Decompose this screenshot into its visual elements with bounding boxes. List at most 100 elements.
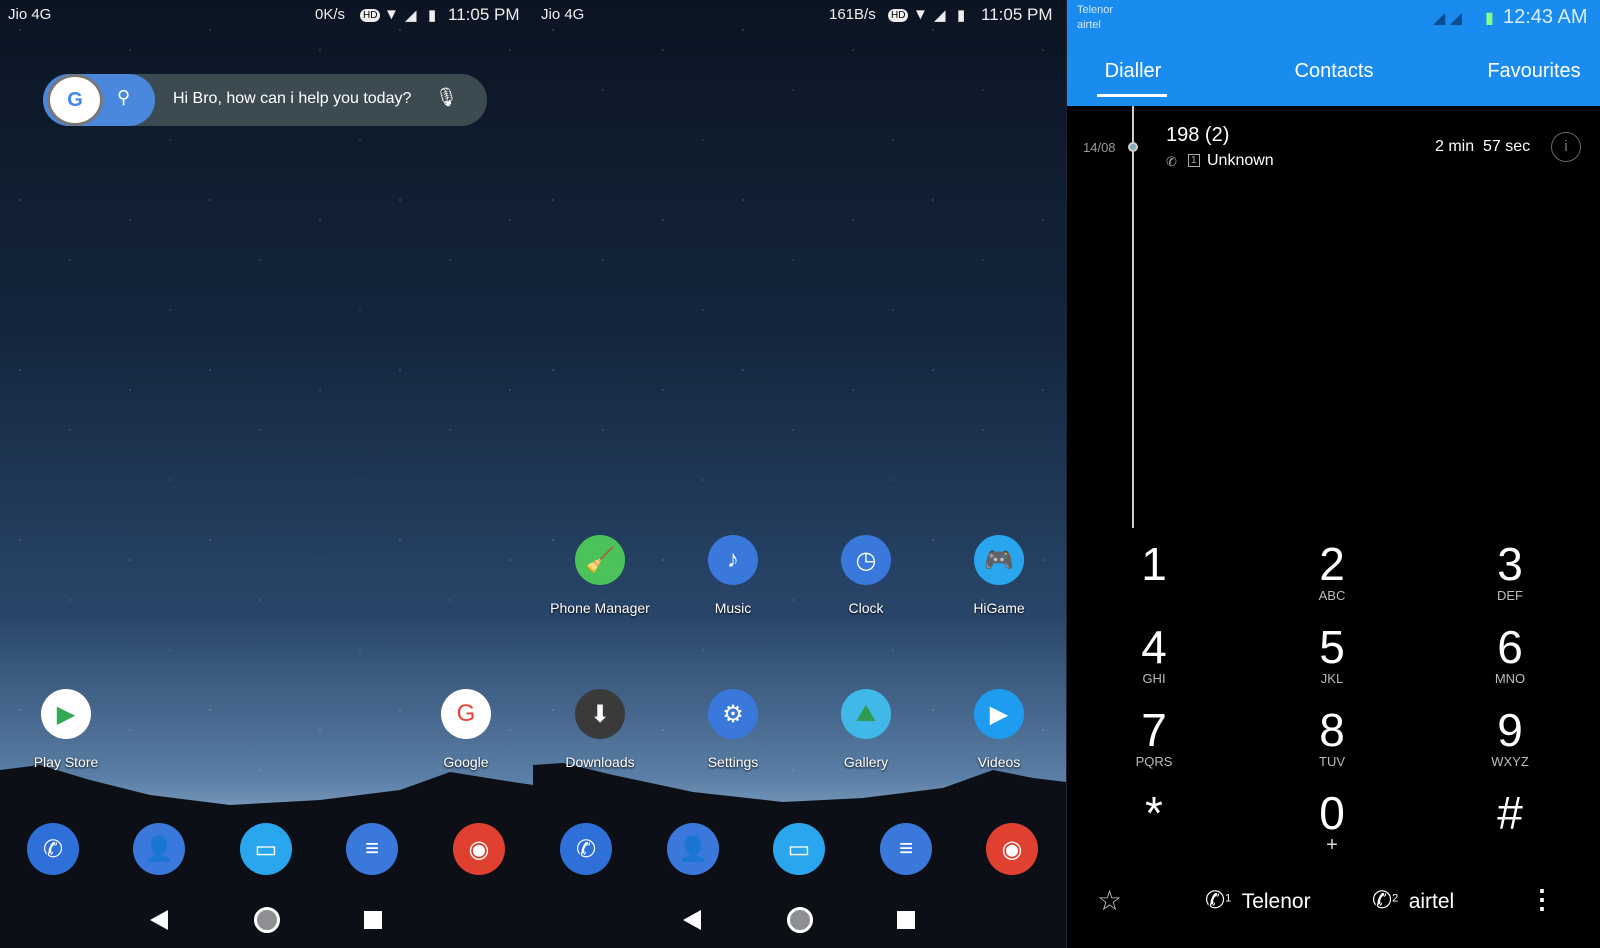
key-0[interactable]: 0 + xyxy=(1292,787,1372,855)
broom-icon: 🧹 xyxy=(575,535,625,585)
back-button[interactable] xyxy=(683,910,701,930)
more-options-icon[interactable]: ⋮ xyxy=(1529,884,1555,915)
app-label: Videos xyxy=(977,754,1021,770)
key-digit: * xyxy=(1145,787,1163,839)
key-letters: JKL xyxy=(1320,671,1344,686)
key-digit: 3 xyxy=(1497,538,1523,590)
play-icon: ▶ xyxy=(974,689,1024,739)
tab-dialler[interactable]: Dialler xyxy=(1105,60,1162,83)
key-7[interactable]: 7 PQRS xyxy=(1114,706,1194,769)
key-star[interactable]: * xyxy=(1114,789,1194,837)
signal-icon: ◢ xyxy=(934,7,946,24)
key-letters: WXYZ xyxy=(1491,754,1529,769)
hd-icon: HD xyxy=(360,9,381,22)
sim1-carrier: Telenor xyxy=(1077,4,1114,16)
key-3[interactable]: 3 DEF xyxy=(1470,540,1550,603)
hd-icon: HD xyxy=(888,9,909,22)
key-letters: DEF xyxy=(1497,588,1523,603)
clock-time: 11:05 PM xyxy=(448,5,520,24)
app-label: Google xyxy=(443,754,489,770)
sim2-carrier: airtel xyxy=(1077,19,1101,31)
key-6[interactable]: 6 MNO xyxy=(1470,623,1550,686)
dialler-screen: Telenor airtel ◢ ◢ ▮ 12:43 AM Dialler Co… xyxy=(1066,0,1600,948)
signal-icon: ◢ xyxy=(405,7,417,24)
recents-button[interactable] xyxy=(897,911,915,929)
play-store-icon: ▶ xyxy=(41,689,91,739)
chrome-icon[interactable]: ◉ xyxy=(986,823,1038,875)
messages-icon[interactable]: ≡ xyxy=(346,823,398,875)
messages-icon[interactable]: ≡ xyxy=(880,823,932,875)
gallery-icon: ⛰ xyxy=(841,689,891,739)
active-tab-indicator xyxy=(1097,94,1167,97)
battery-icon: ▮ xyxy=(957,7,966,24)
star-icon[interactable]: ☆ xyxy=(1097,884,1122,917)
wifi-icon: ▼ xyxy=(384,6,399,23)
key-digit: 2 xyxy=(1319,538,1345,590)
carrier-label: Jio 4G xyxy=(541,6,585,23)
contacts-icon[interactable]: 👤 xyxy=(667,823,719,875)
gear-icon: ⚙ xyxy=(708,689,758,739)
phone-icon: ✆ xyxy=(1372,887,1393,914)
files-icon[interactable]: ▭ xyxy=(240,823,292,875)
clock-time: 12:43 AM xyxy=(1503,6,1588,28)
key-5[interactable]: 5 JKL xyxy=(1292,623,1372,686)
key-2[interactable]: 2 ABC xyxy=(1292,540,1372,603)
call-sim1-button[interactable]: ✆1 Telenor xyxy=(1205,886,1311,915)
key-hash[interactable]: # xyxy=(1470,789,1550,837)
call-number: 198 (2) xyxy=(1166,124,1230,146)
app-label: HiGame xyxy=(973,600,1025,616)
call-sim2-button[interactable]: ✆2 airtel xyxy=(1372,886,1454,915)
files-icon[interactable]: ▭ xyxy=(773,823,825,875)
music-note-icon: ♪ xyxy=(708,535,758,585)
key-digit: 5 xyxy=(1319,621,1345,673)
assistant-search-bar[interactable]: ⚲ G Hi Bro, how can i help you today? 🎙 xyxy=(43,74,487,126)
app-label: Play Store xyxy=(33,754,99,770)
key-4[interactable]: 4 GHI xyxy=(1114,623,1194,686)
signal-icon: ◢ ◢ xyxy=(1433,10,1463,27)
app-label: Downloads xyxy=(565,754,635,770)
microphone-icon[interactable]: 🎙 xyxy=(435,87,458,108)
wallpaper xyxy=(533,0,1066,790)
app-label: Settings xyxy=(707,754,759,770)
call-date: 14/08 xyxy=(1083,140,1116,155)
wifi-icon: ▼ xyxy=(913,6,928,23)
info-icon[interactable]: i xyxy=(1551,132,1581,162)
tab-favourites[interactable]: Favourites xyxy=(1487,60,1580,83)
key-digit: 9 xyxy=(1497,704,1523,756)
key-letters: MNO xyxy=(1494,671,1526,686)
dialler-header: Telenor airtel ◢ ◢ ▮ 12:43 AM Dialler Co… xyxy=(1067,0,1600,106)
google-logo[interactable]: G xyxy=(47,74,103,126)
recents-button[interactable] xyxy=(364,911,382,929)
call-log-row[interactable]: 14/08 198 (2) ✆ 1 Unknown 2 min 57 sec i xyxy=(1067,118,1600,178)
phone-icon[interactable]: ✆ xyxy=(560,823,612,875)
key-letters: GHI xyxy=(1142,671,1166,686)
key-digit: 0 xyxy=(1319,787,1345,839)
call-location: Unknown xyxy=(1207,152,1274,169)
phone-icon[interactable]: ✆ xyxy=(27,823,79,875)
app-label: Phone Manager xyxy=(550,600,650,616)
key-digit: 1 xyxy=(1141,538,1167,590)
key-letters: ABC xyxy=(1318,588,1346,603)
network-speed: 0K/s xyxy=(315,6,346,23)
sim2-label: airtel xyxy=(1408,890,1455,913)
sim-number: 2 xyxy=(1392,892,1399,905)
search-placeholder[interactable]: Hi Bro, how can i help you today? xyxy=(173,90,411,108)
chrome-icon[interactable]: ◉ xyxy=(453,823,505,875)
key-digit: 4 xyxy=(1141,621,1167,673)
sim1-label: Telenor xyxy=(1241,890,1311,913)
search-icon: ⚲ xyxy=(117,87,131,107)
carrier-label: Jio 4G xyxy=(8,6,52,23)
tab-contacts[interactable]: Contacts xyxy=(1295,60,1374,83)
battery-charging-icon: ▮ xyxy=(1485,10,1494,27)
key-1[interactable]: 1 xyxy=(1114,540,1194,588)
home-screen-2: Jio 4G 161B/s HD ▼ ◢ ▮ 11:05 PM 🧹 Phone M… xyxy=(533,0,1066,948)
google-icon: G xyxy=(441,689,491,739)
back-button[interactable] xyxy=(150,910,168,930)
home-button[interactable] xyxy=(787,907,813,933)
home-button[interactable] xyxy=(254,907,280,933)
contacts-icon[interactable]: 👤 xyxy=(133,823,185,875)
key-8[interactable]: 8 TUV xyxy=(1292,706,1372,769)
key-9[interactable]: 9 WXYZ xyxy=(1470,706,1550,769)
key-digit: 7 xyxy=(1141,704,1167,756)
key-digit: # xyxy=(1497,787,1523,839)
